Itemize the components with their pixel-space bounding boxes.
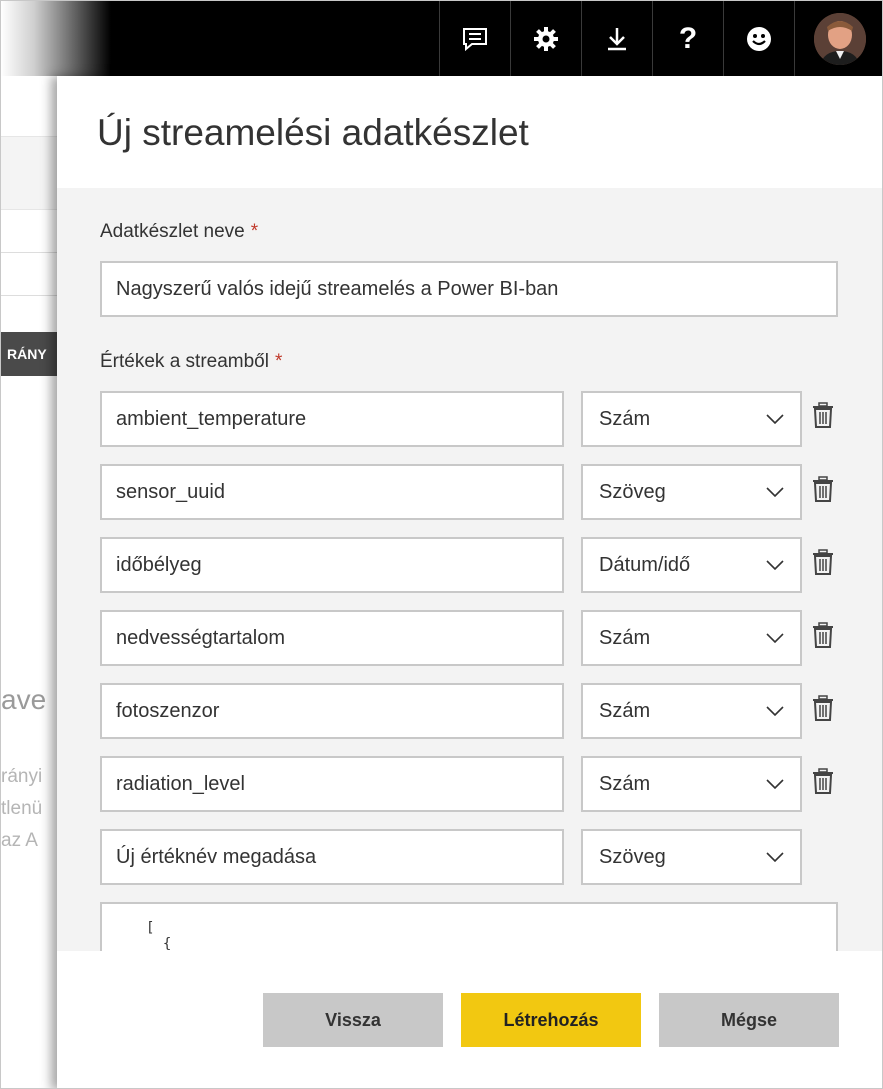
stream-values-label: Értékek a streamből * xyxy=(100,351,283,372)
background-page: RÁNY ave rányi tlenü az A xyxy=(1,76,61,1088)
gear-icon xyxy=(534,26,558,51)
json-preview[interactable]: [ { xyxy=(100,902,838,951)
background-tag: RÁNY xyxy=(1,332,61,376)
new-streaming-dataset-panel: Új streamelési adatkészlet Adatkészlet n… xyxy=(57,76,882,1088)
value-name-input[interactable]: sensor_uuid xyxy=(100,464,564,520)
help-button[interactable]: ? xyxy=(652,1,723,76)
chevron-down-icon xyxy=(766,633,784,643)
create-button[interactable]: Létrehozás xyxy=(461,993,641,1047)
download-button[interactable] xyxy=(581,1,652,76)
chevron-down-icon xyxy=(766,487,784,497)
smiley-icon xyxy=(747,26,771,51)
feedback-button[interactable] xyxy=(439,1,510,76)
panel-body: Adatkészlet neve * Nagyszerű valós idejű … xyxy=(57,188,882,951)
value-name-input[interactable]: nedvességtartalom xyxy=(100,610,564,666)
top-bar: ? xyxy=(1,1,882,76)
app-frame: ? RÁNY ave rányi tlenü az A Új streamelé… xyxy=(0,0,883,1089)
trash-icon[interactable] xyxy=(812,402,834,428)
panel-title: Új streamelési adatkészlet xyxy=(97,112,529,153)
download-icon xyxy=(608,27,626,50)
cancel-button[interactable]: Mégse xyxy=(659,993,839,1047)
account-button[interactable] xyxy=(794,1,882,76)
panel-footer: Vissza Létrehozás Mégse xyxy=(57,951,882,1088)
dataset-name-input[interactable]: Nagyszerű valós idejű streamelés a Power… xyxy=(100,261,838,317)
chevron-down-icon xyxy=(766,706,784,716)
new-value-name-input[interactable]: Új értéknév megadása xyxy=(100,829,564,885)
value-type-select[interactable]: Szöveg xyxy=(581,464,802,520)
background-band xyxy=(1,136,61,210)
value-name-input[interactable]: időbélyeg xyxy=(100,537,564,593)
value-name-input[interactable]: fotoszenzor xyxy=(100,683,564,739)
background-heading: ave xyxy=(1,684,47,715)
trash-icon[interactable] xyxy=(812,768,834,794)
value-name-input[interactable]: ambient_temperature xyxy=(100,391,564,447)
value-type-select[interactable]: Szám xyxy=(581,756,802,812)
chevron-down-icon xyxy=(766,779,784,789)
dataset-name-label: Adatkészlet neve * xyxy=(100,221,259,242)
value-type-select[interactable]: Dátum/idő xyxy=(581,537,802,593)
smiley-button[interactable] xyxy=(723,1,794,76)
help-icon: ? xyxy=(678,21,698,55)
top-bar-fade xyxy=(1,1,111,76)
chevron-down-icon xyxy=(766,560,784,570)
feedback-icon xyxy=(463,27,487,51)
new-value-type-select[interactable]: Szöveg xyxy=(581,829,802,885)
trash-icon[interactable] xyxy=(812,549,834,575)
background-input xyxy=(1,252,61,296)
trash-icon[interactable] xyxy=(812,476,834,502)
chevron-down-icon xyxy=(766,852,784,862)
avatar xyxy=(813,12,866,65)
settings-button[interactable] xyxy=(510,1,581,76)
value-type-select[interactable]: Szám xyxy=(581,610,802,666)
background-text-line: az A xyxy=(1,830,38,851)
background-text-line: tlenü xyxy=(1,798,43,819)
trash-icon[interactable] xyxy=(812,695,834,721)
background-text-line: rányi xyxy=(1,766,43,787)
value-type-select[interactable]: Szám xyxy=(581,683,802,739)
value-name-input[interactable]: radiation_level xyxy=(100,756,564,812)
required-marker: * xyxy=(250,221,259,242)
trash-icon[interactable] xyxy=(812,622,834,648)
value-type-select[interactable]: Szám xyxy=(581,391,802,447)
chevron-down-icon xyxy=(766,414,784,424)
back-button[interactable]: Vissza xyxy=(263,993,443,1047)
required-marker: * xyxy=(274,351,283,372)
